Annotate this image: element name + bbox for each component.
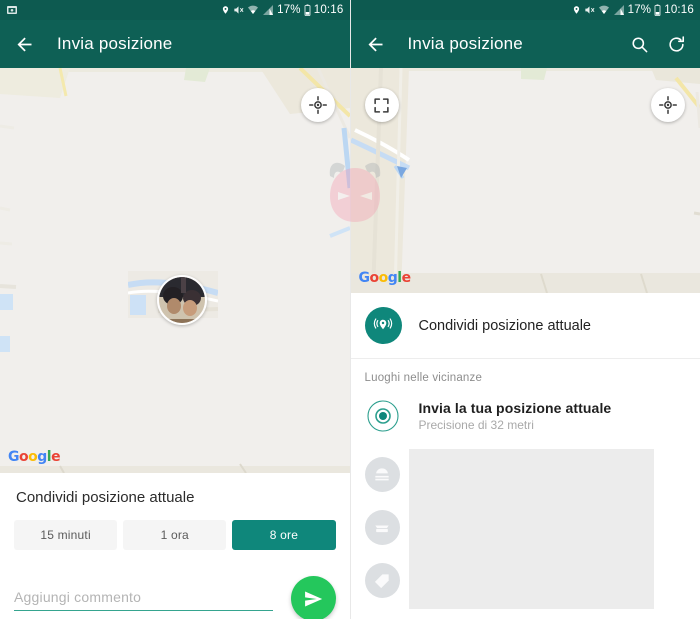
signal-icon <box>262 4 274 16</box>
comment-placeholder: Aggiungi commento <box>14 589 142 605</box>
page-title: Invia posizione <box>407 34 523 53</box>
left-map-view[interactable]: Google <box>0 68 350 473</box>
refresh-icon <box>669 35 685 52</box>
mute-icon <box>233 4 244 16</box>
location-icon <box>572 4 581 16</box>
duration-option-15min[interactable]: 15 minuti <box>14 520 118 550</box>
send-current-location-title: Invia la tua posizione attuale <box>418 399 612 416</box>
refresh-button[interactable] <box>667 35 686 54</box>
back-arrow-icon[interactable] <box>14 34 35 55</box>
screenshot-icon <box>6 4 18 16</box>
fullscreen-icon <box>374 97 389 113</box>
duration-option-8hours[interactable]: 8 ore <box>232 520 336 550</box>
signal-icon <box>613 4 625 16</box>
locate-icon <box>659 96 677 114</box>
google-logo: Google <box>8 449 61 465</box>
battery-percentage: 17% <box>627 4 652 16</box>
battery-percentage: 17% <box>277 4 301 16</box>
send-current-location-texts: Invia la tua posizione attuale Precision… <box>419 400 612 432</box>
send-button[interactable] <box>290 576 336 619</box>
send-current-location-row[interactable]: Invia la tua posizione attuale Precision… <box>351 393 700 442</box>
avatar <box>159 277 205 323</box>
right-phone-screen: 17% 10:16 Invia posizione Google Condivi… <box>349 0 700 619</box>
google-logo: Google <box>358 270 412 286</box>
left-app-bar: Invia posizione <box>0 20 350 68</box>
locate-me-button[interactable] <box>300 88 335 122</box>
location-icon <box>221 4 230 16</box>
clock: 10:16 <box>664 4 694 16</box>
send-current-location-subtitle: Precisione di 32 metri <box>418 417 534 432</box>
placeholder-content-block <box>408 449 654 609</box>
right-status-bar: 17% 10:16 <box>350 0 700 20</box>
right-status-bar-system-icons: 17% 10:16 <box>572 4 694 16</box>
user-avatar-marker[interactable] <box>157 275 207 325</box>
left-bottom-sheet: Condividi posizione attuale 15 minuti 1 … <box>0 473 350 619</box>
placeholder-rows <box>351 442 700 609</box>
page-title: Invia posizione <box>57 34 173 53</box>
target-icon <box>365 397 402 434</box>
share-live-location-label: Condividi posizione attuale <box>418 317 592 334</box>
map-background <box>350 68 700 293</box>
send-icon <box>305 591 323 606</box>
mute-icon <box>584 4 595 16</box>
left-status-bar: 17% 10:16 <box>0 0 350 20</box>
restaurant-icon <box>364 457 400 492</box>
sheet-title: Condividi posizione attuale <box>16 489 195 506</box>
clock: 10:16 <box>313 4 344 16</box>
store-icon <box>364 510 400 545</box>
status-bar-notification-icons <box>6 4 18 16</box>
left-phone-screen: 17% 10:16 Invia posizione Google Condivi… <box>0 0 350 619</box>
wifi-icon <box>247 4 259 16</box>
back-arrow-icon[interactable] <box>365 34 386 55</box>
duration-option-1hour[interactable]: 1 ora <box>123 520 227 550</box>
search-button[interactable] <box>630 35 649 54</box>
locate-icon <box>308 96 327 114</box>
wifi-icon <box>598 4 610 16</box>
share-live-location-row[interactable]: Condividi posizione attuale <box>350 293 700 359</box>
live-location-icon <box>364 307 402 344</box>
fullscreen-button[interactable] <box>364 88 399 122</box>
battery-icon <box>654 4 661 16</box>
duration-selector: 15 minuti 1 ora 8 ore <box>14 520 336 550</box>
right-map-view[interactable]: Google <box>350 68 700 293</box>
comment-row: Aggiungi commento <box>14 576 336 619</box>
battery-icon <box>304 4 311 16</box>
nearby-places-section-label: Luoghi nelle vicinanze <box>364 372 483 384</box>
tag-icon <box>364 563 400 598</box>
status-bar-system-icons: 17% 10:16 <box>221 4 343 16</box>
search-icon <box>632 36 648 52</box>
locate-me-button[interactable] <box>651 88 685 122</box>
right-app-bar: Invia posizione <box>350 20 700 68</box>
right-place-list: Condividi posizione attuale Luoghi nelle… <box>350 293 700 609</box>
dual-screenshot-container: 17% 10:16 Invia posizione Google Condivi… <box>0 0 700 619</box>
comment-input[interactable]: Aggiungi commento <box>14 589 273 611</box>
